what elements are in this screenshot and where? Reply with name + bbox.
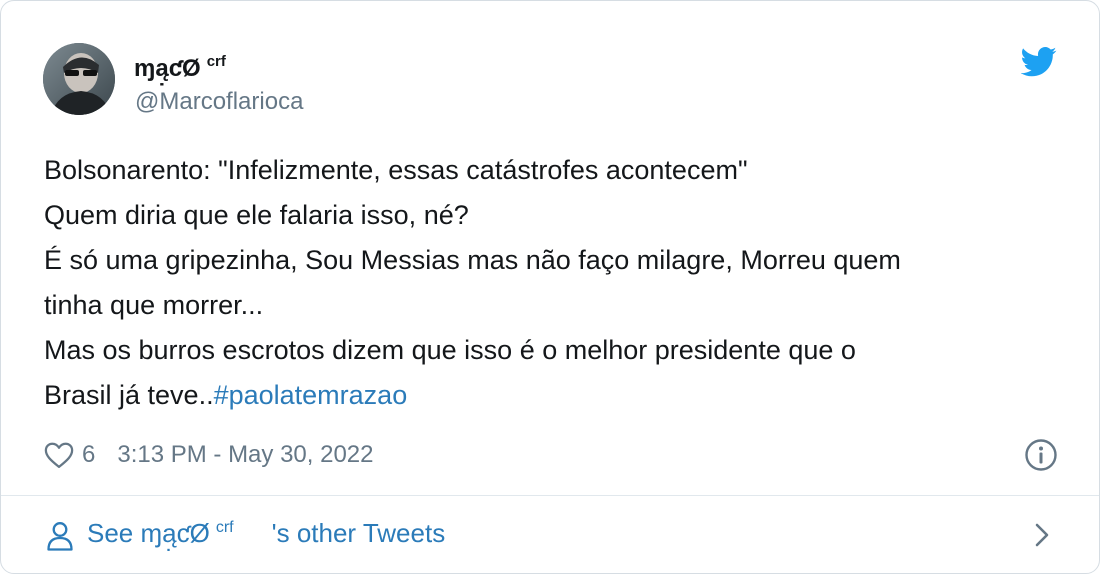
tweet-timestamp[interactable]: 3:13 PM - May 30, 2022 xyxy=(117,441,373,469)
tweet-card: ɱą̣ƈØ crf @Marcoflarioca Bolsonarento: "I… xyxy=(0,0,1100,574)
tweet-line-text: Brasil já teve.. xyxy=(44,380,214,410)
tweet-line: Mas os burros escrotos dizem que isso é … xyxy=(44,335,856,365)
see-other-tweets-text: See ɱą̣ƈØ crf 's other Tweets xyxy=(87,518,445,549)
user-handle[interactable]: @Marcoflarioca xyxy=(135,88,303,116)
see-other-tweets-link[interactable]: See ɱą̣ƈØ crf 's other Tweets xyxy=(1,496,1099,573)
display-name-sup: crf xyxy=(206,53,226,70)
tweet-text: Bolsonarento: "Infelizmente, essas catás… xyxy=(44,148,1054,418)
tweet-line: É só uma gripezinha, Sou Messias mas não… xyxy=(44,245,901,275)
footer-suffix: 's other Tweets xyxy=(271,518,446,548)
heart-icon[interactable] xyxy=(44,441,74,469)
twitter-bird-icon[interactable] xyxy=(1021,47,1057,77)
footer-display-name: ɱą̣ƈØ crf xyxy=(141,518,234,548)
like-count: 6 xyxy=(82,441,96,468)
info-icon[interactable] xyxy=(1024,438,1058,472)
display-name-text: ɱą̣ƈØ xyxy=(134,55,201,82)
chevron-right-icon[interactable] xyxy=(1031,520,1053,550)
tweet-meta: 6 3:13 PM - May 30, 2022 xyxy=(44,437,374,473)
footer-name-sup: crf xyxy=(215,519,234,536)
avatar-photo xyxy=(43,43,115,115)
hashtag-link[interactable]: #paolatemrazao xyxy=(214,380,408,410)
tweet-line-last: Brasil já teve..#paolatemrazao xyxy=(44,373,1054,418)
footer-name-text: ɱą̣ƈØ xyxy=(140,518,210,548)
tweet-line: Quem diria que ele falaria isso, né? xyxy=(44,200,469,230)
avatar[interactable] xyxy=(43,43,115,115)
person-icon xyxy=(47,522,73,551)
see-prefix: See xyxy=(87,518,134,548)
tweet-line: Bolsonarento: "Infelizmente, essas catás… xyxy=(44,155,748,185)
display-name[interactable]: ɱą̣ƈØ crf xyxy=(134,53,226,83)
tweet-line: tinha que morrer... xyxy=(44,290,264,320)
